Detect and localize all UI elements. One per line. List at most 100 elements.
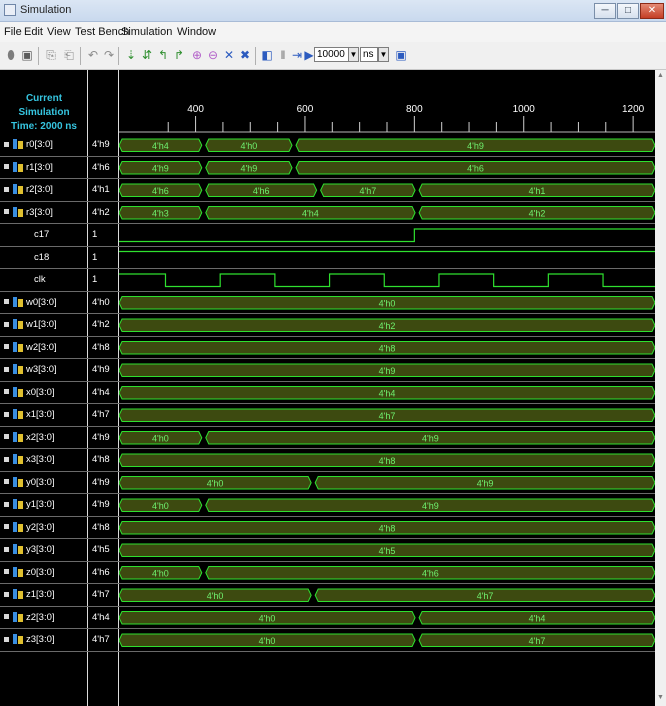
expand-icon[interactable] — [4, 389, 9, 395]
time-dropdown-arrow[interactable]: ▼ — [348, 47, 359, 62]
signal-row-c17[interactable]: c17 — [0, 224, 88, 246]
menu-file[interactable]: File — [4, 26, 22, 38]
timeline-tick-label: 1200 — [622, 104, 645, 115]
expand-icon[interactable] — [4, 411, 9, 417]
menu-window[interactable]: Window — [177, 26, 216, 38]
expand-icon[interactable] — [4, 344, 9, 350]
signal-row-w0[interactable]: w0[3:0] — [0, 292, 88, 314]
signal-value: 4'h9 — [92, 364, 110, 375]
expand-icon[interactable] — [4, 164, 9, 170]
marker-icon[interactable]: ⇵ — [140, 48, 154, 62]
unit-dropdown-arrow[interactable]: ▼ — [378, 47, 389, 62]
expand-icon[interactable] — [4, 434, 9, 440]
bus-signal-icon — [13, 476, 23, 487]
signal-row-y1[interactable]: y1[3:0] — [0, 494, 88, 516]
expand-icon[interactable] — [4, 501, 9, 507]
expand-icon[interactable] — [4, 299, 9, 305]
signal-name: r1[3:0] — [26, 161, 53, 173]
signal-row-r0[interactable]: r0[3:0] — [0, 134, 88, 156]
redo-icon[interactable]: ↷ — [102, 48, 116, 62]
signal-row-w2[interactable]: w2[3:0] — [0, 337, 88, 359]
bus-signal-icon — [13, 409, 23, 420]
expand-icon[interactable] — [4, 524, 9, 530]
toolbar: ⬮ ▣ ⎘ ⎗ ↶ ↷ ⇣ ⇵ ↰ ↱ ⊕ ⊖ ✕ ✖ ◧ ‖ ⇥ ▶ ▼ ns… — [0, 42, 666, 70]
app-icon — [4, 4, 16, 16]
undo-icon[interactable]: ↶ — [86, 48, 100, 62]
expand-icon[interactable] — [4, 546, 9, 552]
expand-icon[interactable] — [4, 636, 9, 642]
signal-value: 4'h7 — [92, 589, 110, 600]
expand-icon[interactable] — [4, 209, 9, 215]
scroll-down-icon[interactable]: ▼ — [657, 694, 664, 701]
paste-icon[interactable]: ⎗ — [62, 48, 76, 62]
signal-row-x1[interactable]: x1[3:0] — [0, 404, 88, 426]
prev-transition-icon[interactable]: ↰ — [156, 48, 170, 62]
signal-row-w3[interactable]: w3[3:0] — [0, 359, 88, 381]
signal-row-y3[interactable]: y3[3:0] — [0, 539, 88, 561]
signal-row-r1[interactable]: r1[3:0] — [0, 157, 88, 179]
signal-row-x2[interactable]: x2[3:0] — [0, 427, 88, 449]
signal-row-z2[interactable]: z2[3:0] — [0, 607, 88, 629]
expand-icon[interactable] — [4, 366, 9, 372]
expand-icon[interactable] — [4, 456, 9, 462]
expand-icon[interactable] — [4, 614, 9, 620]
menu-view[interactable]: View — [47, 26, 71, 38]
run-time-input[interactable] — [314, 47, 350, 62]
current-simulation-header: Current Simulation Time: 2000 ns — [0, 92, 88, 134]
signal-row-z0[interactable]: z0[3:0] — [0, 562, 88, 584]
bus-signal-icon — [13, 454, 23, 465]
restore-icon[interactable]: ▣ — [394, 48, 408, 62]
cursor-icon[interactable]: ⇣ — [124, 48, 138, 62]
signal-row-x3[interactable]: x3[3:0] — [0, 449, 88, 471]
maximize-button[interactable]: □ — [617, 3, 639, 19]
save-icon[interactable]: ▣ — [20, 48, 34, 62]
bus-signal-icon — [13, 499, 23, 510]
signal-value: 4'h9 — [92, 476, 110, 488]
bus-signal-icon — [13, 341, 23, 352]
copy-icon[interactable]: ⎘ — [44, 48, 58, 62]
signal-row-y2[interactable]: y2[3:0] — [0, 517, 88, 539]
signal-row-c18[interactable]: c18 — [0, 247, 88, 269]
close-button[interactable]: ✕ — [640, 3, 664, 19]
signal-row-r3[interactable]: r3[3:0] — [0, 202, 88, 224]
bus-value-label: 4'h0 — [207, 591, 224, 601]
signal-row-z3[interactable]: z3[3:0] — [0, 629, 88, 651]
toolbar-separator — [255, 47, 256, 65]
waveform-area[interactable]: 400 600 800 1000 1200 4'h4 4'h0 4'h9 4'h9 4'h9 4'h… — [119, 70, 655, 706]
timeline-tick-label: 600 — [297, 104, 314, 115]
next-transition-icon[interactable]: ↱ — [172, 48, 186, 62]
signal-row-w1[interactable]: w1[3:0] — [0, 314, 88, 336]
expand-icon[interactable] — [4, 479, 9, 485]
minimize-button[interactable]: ─ — [594, 3, 616, 19]
time-unit-select[interactable]: ns — [360, 47, 378, 62]
signal-row-z1[interactable]: z1[3:0] — [0, 584, 88, 606]
signal-value: 4'h7 — [92, 634, 110, 645]
signal-value: 1 — [92, 229, 98, 240]
expand-icon[interactable] — [4, 591, 9, 597]
menu-simulation[interactable]: Simulation — [121, 26, 172, 38]
bus-value-label: 4'h6 — [467, 163, 484, 173]
bus-value-label: 4'h0 — [259, 613, 276, 623]
signal-row-x0[interactable]: x0[3:0] — [0, 382, 88, 404]
vertical-scrollbar[interactable]: ▲ ▼ — [655, 70, 666, 706]
expand-icon[interactable] — [4, 186, 9, 192]
expand-icon[interactable] — [4, 569, 9, 575]
signal-row-r2[interactable]: r2[3:0] — [0, 179, 88, 201]
signal-value: 1 — [92, 274, 98, 285]
zoom-full-icon[interactable]: ✖ — [238, 48, 252, 62]
zoom-in-icon[interactable]: ⊕ — [190, 48, 204, 62]
zoom-fit-icon[interactable]: ✕ — [222, 48, 236, 62]
expand-icon[interactable] — [4, 141, 9, 147]
pause-icon[interactable]: ‖ — [276, 48, 290, 62]
signal-row-clk[interactable]: clk — [0, 269, 88, 291]
bus-value-label: 4'h7 — [359, 186, 376, 196]
bit-signal-icon — [20, 229, 30, 239]
scroll-up-icon[interactable]: ▲ — [657, 72, 664, 79]
menu-edit[interactable]: Edit — [24, 26, 43, 38]
expand-icon[interactable] — [4, 321, 9, 327]
zoom-out-icon[interactable]: ⊖ — [206, 48, 220, 62]
signal-row-y0[interactable]: y0[3:0] — [0, 472, 88, 494]
restart-icon[interactable]: ◧ — [260, 48, 274, 62]
signal-value: 4'h2 — [92, 319, 110, 330]
run-icon[interactable]: ⬮ — [4, 48, 18, 62]
